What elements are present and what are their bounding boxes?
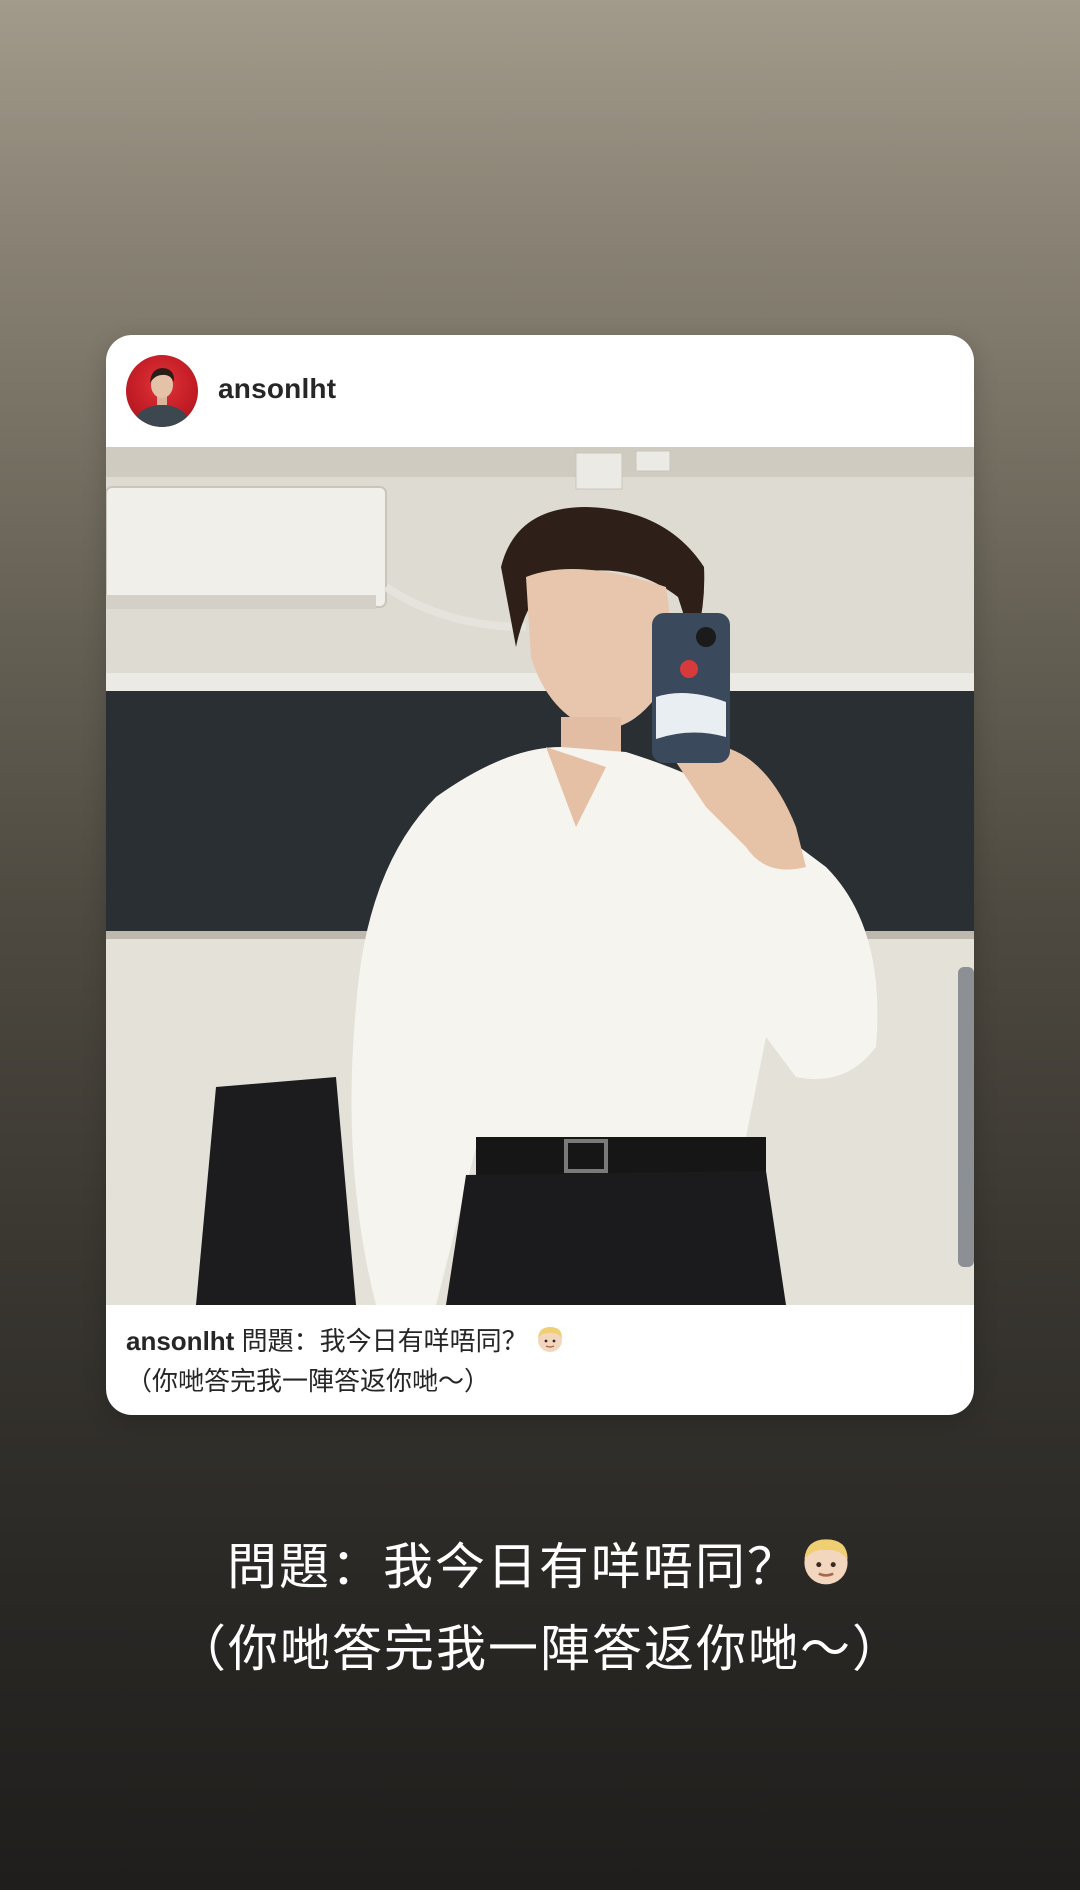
selfie-photo-illustration <box>106 447 974 1305</box>
story-screen: ansonlht ansonlht 問題：我今日有咩唔同？ （你哋答完我一陣答返… <box>0 0 1080 1890</box>
post-username[interactable]: ansonlht <box>218 373 336 405</box>
story-text-line2: （你哋答完我一陣答返你哋～） <box>176 1619 904 1678</box>
post-header: ansonlht <box>106 335 974 447</box>
profile-avatar[interactable] <box>126 355 198 427</box>
caption-subtext: （你哋答完我一陣答返你哋～） <box>126 1365 491 1396</box>
caption-username[interactable]: ansonlht <box>126 1326 234 1356</box>
story-text-line1: 問題：我今日有咩唔同？ <box>0 1528 1080 1610</box>
post-photo[interactable] <box>106 447 974 1305</box>
blond-person-emoji-icon <box>535 1324 565 1363</box>
blond-person-emoji-icon <box>799 1532 853 1610</box>
post-caption: ansonlht 問題：我今日有咩唔同？ （你哋答完我一陣答返你哋～） <box>126 1323 956 1399</box>
story-text-question: 問題：我今日有咩唔同？ <box>227 1538 799 1596</box>
shared-post-card[interactable]: ansonlht ansonlht 問題：我今日有咩唔同？ （你哋答完我一陣答返… <box>106 335 974 1415</box>
caption-question: 問題：我今日有咩唔同？ <box>241 1326 528 1356</box>
avatar-portrait-icon <box>136 368 188 427</box>
story-text-overlay: 問題：我今日有咩唔同？ （你哋答完我一陣答返你哋～） <box>0 1528 1080 1688</box>
